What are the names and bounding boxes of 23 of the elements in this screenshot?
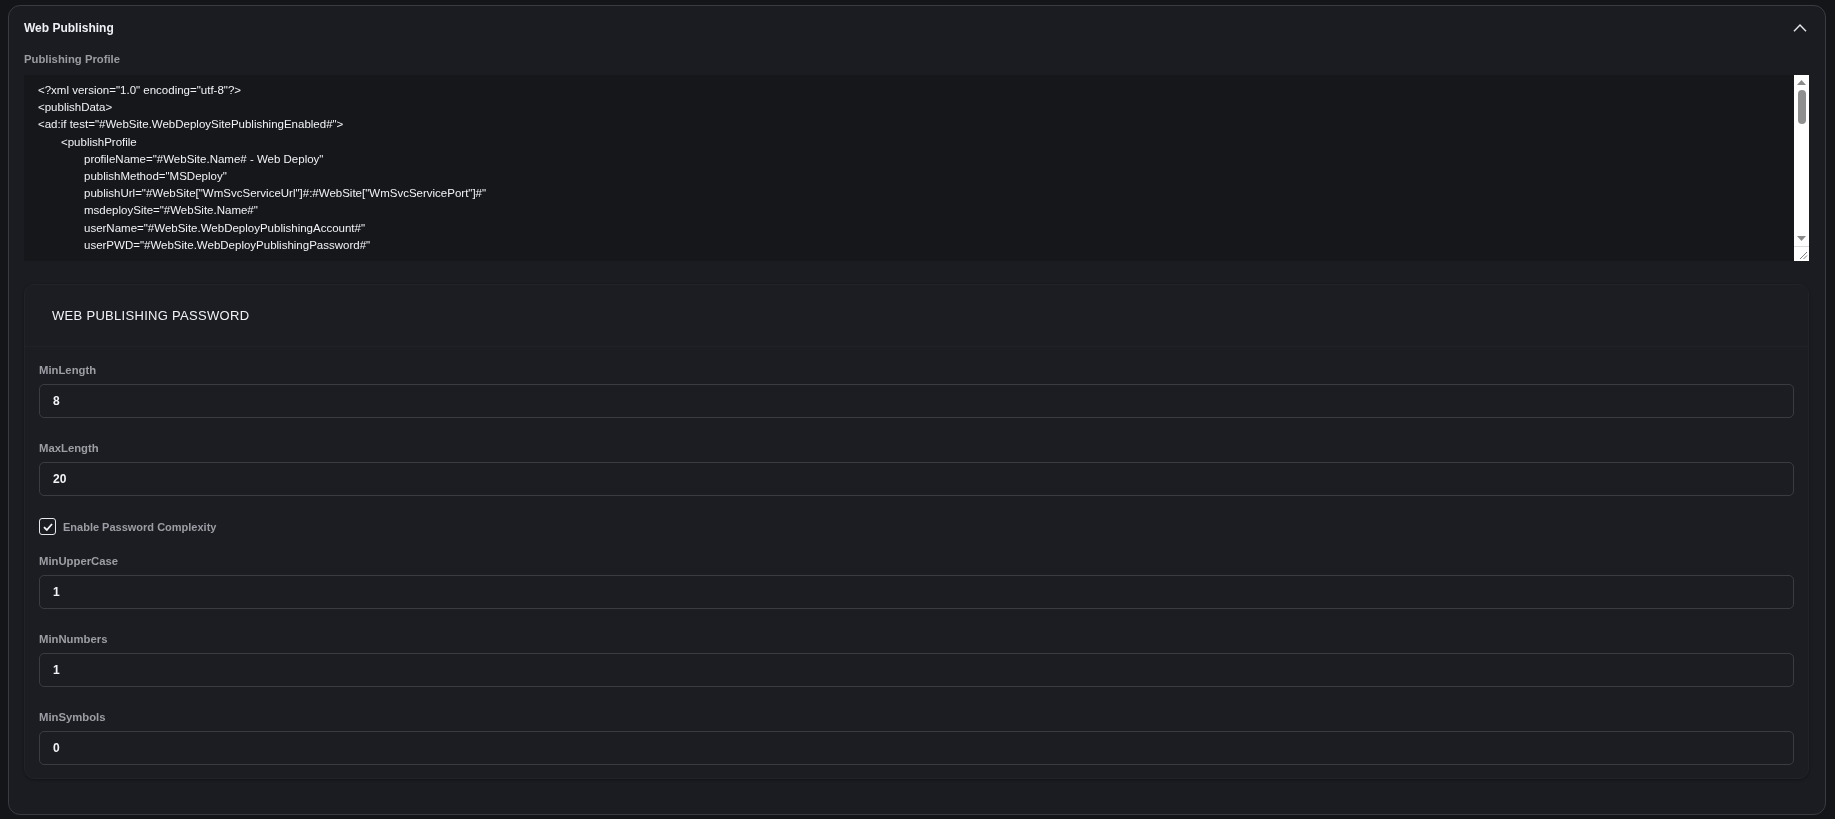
text-input[interactable]: 8 xyxy=(39,384,1794,418)
checkbox[interactable] xyxy=(39,518,56,535)
text-input[interactable]: 20 xyxy=(39,462,1794,496)
field-label: Publishing Profile xyxy=(24,52,121,67)
text-input[interactable]: 0 xyxy=(39,731,1794,765)
panel-title: Web Publishing xyxy=(24,20,114,36)
field-label: MinSymbols xyxy=(39,710,106,725)
checkbox-label: Enable Password Complexity xyxy=(63,519,217,535)
check-icon xyxy=(42,522,53,531)
scrollbar-thumb[interactable] xyxy=(1797,90,1806,124)
scroll-down-arrow-icon[interactable] xyxy=(1797,236,1806,241)
section-title: WEB PUBLISHING PASSWORD xyxy=(52,308,250,323)
field-label: MinUpperCase xyxy=(39,554,119,569)
scroll-up-arrow-icon[interactable] xyxy=(1797,80,1806,85)
text-input[interactable]: 1 xyxy=(39,575,1794,609)
field-label: MaxLength xyxy=(39,441,99,456)
text-input[interactable]: 1 xyxy=(39,653,1794,687)
field-label: MinNumbers xyxy=(39,632,108,647)
resize-handle-icon[interactable] xyxy=(1794,246,1809,261)
chevron-up-icon[interactable] xyxy=(1793,24,1807,32)
code-text-area[interactable]: <?xml version="1.0" encoding="utf-8"?> <publishData> <ad:if test="#WebSite.WebDeploySitePublishingEnabled#"> <publishProfile profileName="#WebSite.Name# - Web Deploy" publishMethod="MSDeploy" publishUrl="#WebSite["WmSvcServiceUrl"]#:#WebSite["WmSvcServicePort"]#" msdeploySite="#WebSite.Name#" userName="#WebSite.WebDeployPublishingAccount#" userPWD="#WebSite.WebDeployPublishingPassword#" xyxy=(24,75,1794,261)
scrollbar[interactable] xyxy=(1794,75,1809,246)
field-label: MinLength xyxy=(39,363,97,378)
